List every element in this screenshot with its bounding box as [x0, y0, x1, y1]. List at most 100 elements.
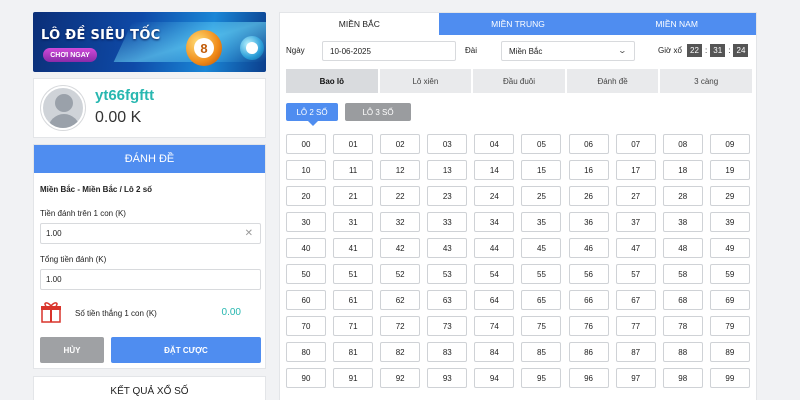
- number-cell[interactable]: 86: [568, 342, 609, 362]
- number-cell[interactable]: 03: [427, 134, 468, 154]
- number-cell[interactable]: 12: [380, 160, 421, 180]
- number-cell[interactable]: 84: [474, 342, 515, 362]
- total-input[interactable]: 1.00: [40, 269, 261, 290]
- number-cell[interactable]: 35: [521, 212, 562, 232]
- number-cell[interactable]: 70: [286, 316, 326, 336]
- number-cell[interactable]: 97: [615, 368, 656, 388]
- number-cell[interactable]: 41: [333, 238, 374, 258]
- number-cell[interactable]: 69: [709, 290, 750, 310]
- number-cell[interactable]: 30: [286, 212, 326, 232]
- number-cell[interactable]: 77: [615, 316, 656, 336]
- number-cell[interactable]: 01: [333, 134, 374, 154]
- number-cell[interactable]: 28: [662, 186, 703, 206]
- number-cell[interactable]: 87: [615, 342, 656, 362]
- number-cell[interactable]: 57: [615, 264, 656, 284]
- number-cell[interactable]: 93: [427, 368, 468, 388]
- number-cell[interactable]: 56: [568, 264, 609, 284]
- number-cell[interactable]: 21: [333, 186, 374, 206]
- number-cell[interactable]: 17: [615, 160, 656, 180]
- number-cell[interactable]: 82: [380, 342, 421, 362]
- number-cell[interactable]: 61: [333, 290, 374, 310]
- number-cell[interactable]: 89: [709, 342, 750, 362]
- number-cell[interactable]: 99: [709, 368, 750, 388]
- number-cell[interactable]: 18: [662, 160, 703, 180]
- number-cell[interactable]: 96: [568, 368, 609, 388]
- number-cell[interactable]: 23: [427, 186, 468, 206]
- number-cell[interactable]: 11: [333, 160, 374, 180]
- number-cell[interactable]: 33: [427, 212, 468, 232]
- tab-dau-duoi[interactable]: Đầu đuôi: [473, 69, 565, 93]
- number-cell[interactable]: 74: [474, 316, 515, 336]
- number-cell[interactable]: 62: [380, 290, 421, 310]
- number-cell[interactable]: 39: [709, 212, 750, 232]
- number-cell[interactable]: 88: [662, 342, 703, 362]
- number-cell[interactable]: 20: [286, 186, 326, 206]
- tab-lo-2-so[interactable]: LÔ 2 SỐ: [286, 103, 338, 126]
- number-cell[interactable]: 42: [380, 238, 421, 258]
- number-cell[interactable]: 68: [662, 290, 703, 310]
- number-cell[interactable]: 16: [568, 160, 609, 180]
- number-cell[interactable]: 72: [380, 316, 421, 336]
- number-cell[interactable]: 09: [709, 134, 750, 154]
- tab-mien-nam[interactable]: MIỀN NAM: [597, 13, 757, 35]
- number-cell[interactable]: 31: [333, 212, 374, 232]
- number-cell[interactable]: 67: [615, 290, 656, 310]
- tab-mien-trung[interactable]: MIỀN TRUNG: [438, 13, 598, 35]
- clear-icon[interactable]: ✕: [245, 228, 253, 239]
- number-cell[interactable]: 90: [286, 368, 326, 388]
- number-cell[interactable]: 63: [427, 290, 468, 310]
- number-cell[interactable]: 27: [615, 186, 656, 206]
- number-cell[interactable]: 37: [615, 212, 656, 232]
- number-cell[interactable]: 80: [286, 342, 326, 362]
- per-unit-input[interactable]: 1.00 ✕: [40, 223, 261, 244]
- date-field[interactable]: 10-06-2025: [322, 41, 456, 61]
- number-cell[interactable]: 29: [709, 186, 750, 206]
- number-cell[interactable]: 24: [474, 186, 515, 206]
- number-cell[interactable]: 64: [474, 290, 515, 310]
- number-cell[interactable]: 46: [568, 238, 609, 258]
- number-cell[interactable]: 14: [474, 160, 515, 180]
- number-cell[interactable]: 05: [521, 134, 562, 154]
- number-cell[interactable]: 47: [615, 238, 656, 258]
- tab-danh-de[interactable]: Đánh đề: [566, 69, 659, 93]
- number-cell[interactable]: 48: [662, 238, 703, 258]
- place-bet-button[interactable]: ĐẶT CƯỢC: [111, 337, 261, 363]
- number-cell[interactable]: 92: [380, 368, 421, 388]
- number-cell[interactable]: 60: [286, 290, 326, 310]
- number-cell[interactable]: 65: [521, 290, 562, 310]
- number-cell[interactable]: 10: [286, 160, 326, 180]
- tab-3-cang[interactable]: 3 càng: [660, 69, 752, 93]
- number-cell[interactable]: 66: [568, 290, 609, 310]
- number-cell[interactable]: 15: [521, 160, 562, 180]
- number-cell[interactable]: 85: [521, 342, 562, 362]
- number-cell[interactable]: 50: [286, 264, 326, 284]
- number-cell[interactable]: 43: [427, 238, 468, 258]
- number-cell[interactable]: 91: [333, 368, 374, 388]
- number-cell[interactable]: 81: [333, 342, 374, 362]
- tab-lo-xien[interactable]: Lô xiên: [379, 69, 472, 93]
- number-cell[interactable]: 76: [568, 316, 609, 336]
- number-cell[interactable]: 02: [380, 134, 421, 154]
- promo-banner[interactable]: LÔ ĐỀ SIÊU TỐC CHƠI NGAY 8: [33, 12, 266, 72]
- number-cell[interactable]: 00: [286, 134, 326, 154]
- number-cell[interactable]: 38: [662, 212, 703, 232]
- number-cell[interactable]: 71: [333, 316, 374, 336]
- number-cell[interactable]: 53: [427, 264, 468, 284]
- number-cell[interactable]: 73: [427, 316, 468, 336]
- number-cell[interactable]: 36: [568, 212, 609, 232]
- number-cell[interactable]: 79: [709, 316, 750, 336]
- number-cell[interactable]: 51: [333, 264, 374, 284]
- number-cell[interactable]: 07: [615, 134, 656, 154]
- number-cell[interactable]: 54: [474, 264, 515, 284]
- tab-bao-lo[interactable]: Bao lô: [286, 69, 378, 93]
- number-cell[interactable]: 95: [521, 368, 562, 388]
- number-cell[interactable]: 22: [380, 186, 421, 206]
- number-cell[interactable]: 34: [474, 212, 515, 232]
- number-cell[interactable]: 59: [709, 264, 750, 284]
- station-select[interactable]: Miền Bắc ⌄: [501, 41, 635, 61]
- number-cell[interactable]: 55: [521, 264, 562, 284]
- number-cell[interactable]: 19: [709, 160, 750, 180]
- lottery-results-header[interactable]: KẾT QUẢ XỔ SỐ: [33, 376, 266, 400]
- number-cell[interactable]: 13: [427, 160, 468, 180]
- number-cell[interactable]: 45: [521, 238, 562, 258]
